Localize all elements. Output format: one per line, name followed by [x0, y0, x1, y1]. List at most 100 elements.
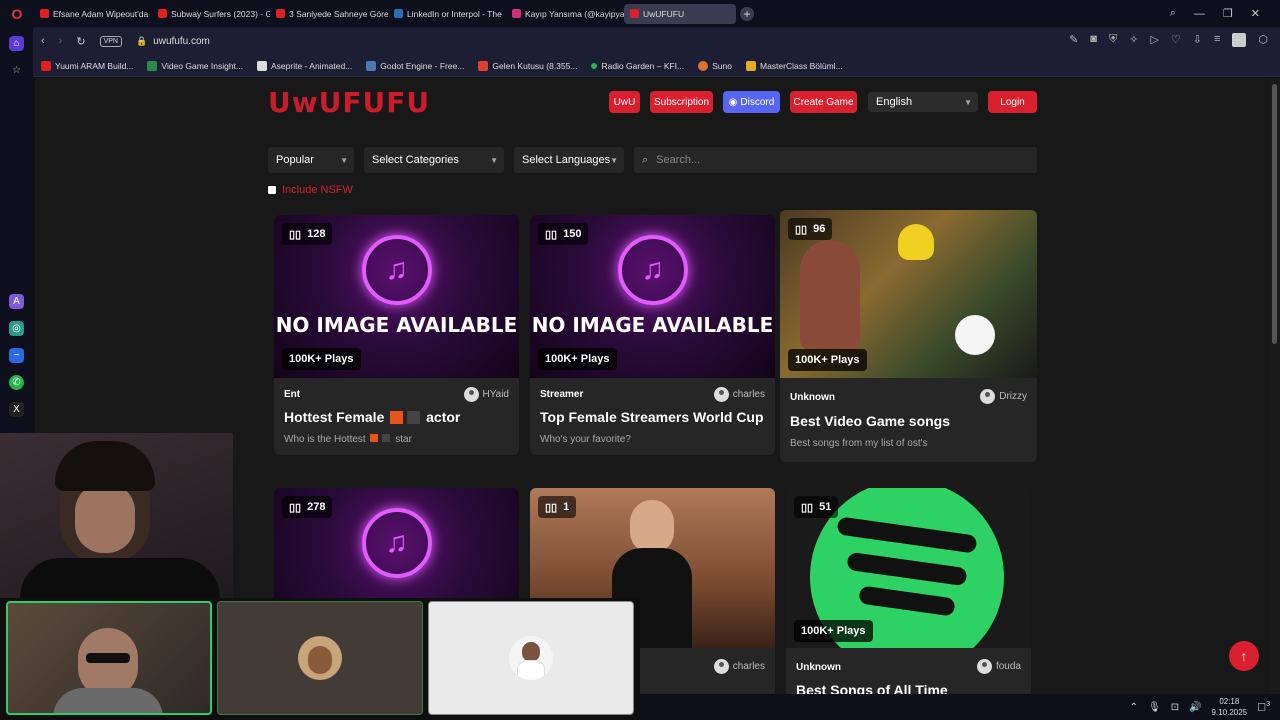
- cards-icon: ▯▯: [795, 223, 808, 236]
- system-clock[interactable]: 02:18 9.10.2025: [1212, 696, 1248, 718]
- tab-label: Subway Surfers (2023) - G: [171, 8, 270, 19]
- sans-skull-figure: [955, 315, 995, 355]
- page-scrollbar[interactable]: [1270, 78, 1280, 698]
- bookmark-6[interactable]: Suno: [698, 60, 732, 71]
- participant-shirt: [53, 688, 163, 713]
- microphone-icon[interactable]: 🎙: [1148, 702, 1161, 713]
- tab-2[interactable]: 3 Saniyede Sahneye Göre: [270, 4, 388, 24]
- card-category: Streamer: [540, 389, 584, 400]
- bookmark-7[interactable]: MasterClass Bölüml...: [746, 60, 843, 71]
- opera-logo-icon[interactable]: O: [0, 0, 34, 27]
- discord-button[interactable]: ◉ Discord: [723, 91, 780, 113]
- notification-icon[interactable]: ☐3: [1257, 701, 1270, 713]
- network-icon[interactable]: ⊡: [1171, 702, 1179, 713]
- categories-select[interactable]: Select Categories ▼: [364, 147, 504, 173]
- tab-3[interactable]: LinkedIn or Interpol - The: [388, 4, 506, 24]
- tab-5-active[interactable]: UwUFUFU: [624, 3, 736, 24]
- sort-value: Popular: [276, 154, 314, 166]
- aria-icon[interactable]: A: [9, 294, 24, 309]
- categories-value: Select Categories: [372, 154, 459, 166]
- window-controls: ⌕ — ❐ ✕: [1170, 0, 1280, 27]
- site-logo[interactable]: UwUFUFU: [268, 86, 430, 119]
- download-icon[interactable]: ⇩: [1193, 33, 1202, 47]
- profile-icon[interactable]: [1232, 33, 1247, 47]
- search-input[interactable]: ⌕ Search...: [634, 147, 1037, 173]
- vpn-badge[interactable]: VPN: [99, 35, 122, 47]
- card-author[interactable]: Drizzy: [980, 389, 1027, 404]
- user-avatar-icon: [713, 387, 729, 402]
- play-icon[interactable]: ▷: [1150, 33, 1158, 47]
- bookmark-5[interactable]: Radio Garden – KFI...: [591, 61, 684, 71]
- search-tabs-icon[interactable]: ⌕: [1170, 7, 1176, 20]
- card-description: Who is the Hottest star: [284, 434, 412, 445]
- extension-icon[interactable]: ✧: [1129, 33, 1138, 47]
- game-card[interactable]: ♫ NO IMAGE AVAILABLE ▯▯ 150 100K+ Plays S…: [530, 215, 775, 455]
- chatgpt-icon[interactable]: ◎: [9, 321, 24, 336]
- login-button[interactable]: Login: [988, 91, 1037, 113]
- bookmark-4[interactable]: Gelen Kutusu (8.355...: [478, 60, 577, 71]
- uwu-button[interactable]: UwU: [609, 91, 640, 113]
- url-field[interactable]: uwufufu.com: [153, 36, 210, 47]
- browser-sidebar: ⌂ ☆ A ◎ ~ ✆ X: [0, 27, 33, 437]
- card-author[interactable]: charles: [713, 387, 765, 402]
- star-icon[interactable]: ☆: [9, 63, 24, 78]
- home-icon[interactable]: ⌂: [9, 36, 24, 51]
- game-card[interactable]: ♫ NO IMAGE AVAILABLE ▯▯ 128 100K+ Plays E…: [274, 215, 519, 455]
- tray-chevron-icon[interactable]: ⌃: [1130, 702, 1138, 713]
- camera-icon[interactable]: ◙: [1090, 33, 1097, 47]
- game-card[interactable]: ▯▯ 51 100K+ Plays Unknown fouda Best Song…: [786, 488, 1031, 698]
- tab-1[interactable]: Subway Surfers (2023) - G: [152, 4, 270, 24]
- shield-icon[interactable]: ⛨: [1109, 33, 1117, 47]
- x-icon[interactable]: X: [9, 402, 24, 417]
- scroll-to-top-button[interactable]: ↑: [1229, 641, 1259, 671]
- plays-badge: 100K+ Plays: [788, 349, 867, 371]
- cards-icon: ▯▯: [289, 501, 302, 514]
- minimize-icon[interactable]: —: [1194, 8, 1205, 20]
- maximize-icon[interactable]: ❐: [1223, 7, 1233, 20]
- sort-select[interactable]: Popular ▼: [268, 147, 354, 173]
- bookmark-1[interactable]: Video Game Insight...: [147, 60, 243, 71]
- card-author[interactable]: charles: [713, 659, 765, 674]
- card-title[interactable]: Top Female Streamers World Cup: [540, 409, 764, 425]
- new-tab-button[interactable]: +: [740, 6, 754, 21]
- language-select[interactable]: English ▼: [868, 92, 978, 112]
- heart-icon[interactable]: ♡: [1171, 33, 1181, 47]
- create-game-button[interactable]: Create Game: [790, 91, 857, 113]
- whatsapp-icon[interactable]: ✆: [9, 375, 24, 390]
- game-card[interactable]: ▯▯ 96 100K+ Plays Unknown Drizzy Best Vid…: [780, 210, 1037, 462]
- chevron-down-icon: ▼: [964, 97, 972, 107]
- volume-icon[interactable]: 🔊: [1189, 702, 1201, 713]
- bookmark-favicon-icon: [366, 60, 377, 71]
- card-title[interactable]: Hottest Female actor: [284, 409, 460, 425]
- scrollbar-thumb[interactable]: [1272, 84, 1277, 344]
- bookmark-favicon-icon: [478, 60, 489, 71]
- subscription-button[interactable]: Subscription: [650, 91, 713, 113]
- bookmark-2[interactable]: Aseprite - Animated...: [257, 60, 352, 71]
- participant-tile[interactable]: [428, 601, 634, 715]
- bookmark-0[interactable]: Yuumi ARAM Build...: [41, 60, 133, 71]
- edit-icon[interactable]: ✎: [1069, 33, 1078, 47]
- bookmark-3[interactable]: Godot Engine - Free...: [366, 60, 464, 71]
- menu-icon[interactable]: ≡: [1214, 33, 1220, 47]
- participant-tile[interactable]: [217, 601, 423, 715]
- music-note-icon: ♫: [617, 235, 688, 305]
- participant-tile[interactable]: [6, 601, 212, 715]
- reload-icon[interactable]: ↻: [76, 35, 85, 48]
- choices-count-badge: ▯▯ 150: [538, 223, 589, 245]
- forward-icon[interactable]: ›: [59, 35, 63, 47]
- cards-icon: ▯▯: [545, 501, 558, 514]
- card-title[interactable]: Best Video Game songs: [790, 413, 950, 429]
- nsfw-toggle[interactable]: Include NSFW: [268, 184, 353, 196]
- card-category: Ent: [284, 389, 301, 400]
- card-author[interactable]: fouda: [976, 659, 1021, 674]
- languages-select[interactable]: Select Languages ▼: [514, 147, 624, 173]
- tab-4[interactable]: Kayıp Yansıma (@kayipyan: [506, 4, 624, 24]
- messenger-icon[interactable]: ~: [9, 348, 24, 363]
- back-icon[interactable]: ‹: [41, 35, 45, 47]
- card-description: Who's your favorite?: [540, 434, 631, 445]
- tab-0[interactable]: Efsane Adam Wipeout'da: [34, 4, 152, 24]
- settings-icon[interactable]: ⬡: [1258, 33, 1268, 47]
- card-author[interactable]: HYaid: [463, 387, 509, 402]
- nsfw-checkbox[interactable]: [268, 186, 276, 194]
- close-icon[interactable]: ✕: [1251, 7, 1260, 20]
